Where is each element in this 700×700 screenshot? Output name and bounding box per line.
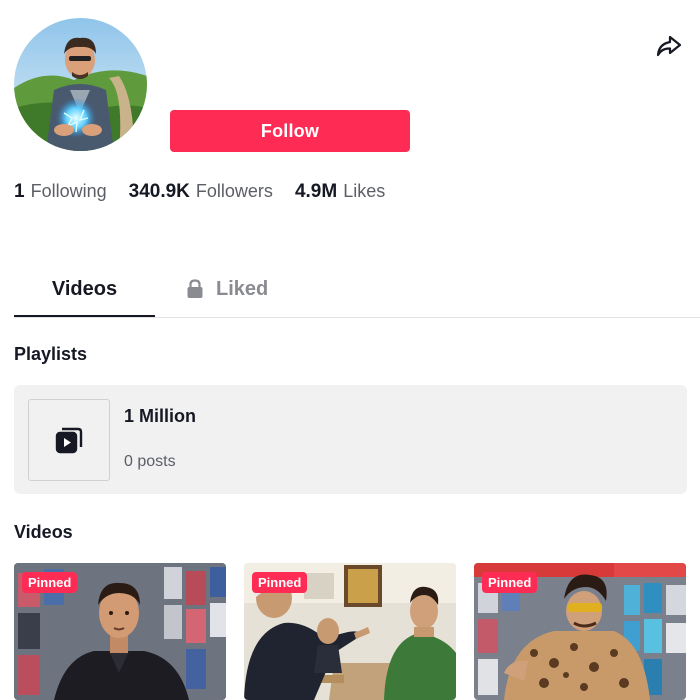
- pinned-badge: Pinned: [482, 572, 538, 593]
- profile-stats: 1 Following 340.9K Followers 4.9M Likes: [14, 178, 407, 206]
- tab-label: Videos: [51, 277, 118, 300]
- followers-count[interactable]: 340.9K Followers: [129, 181, 273, 203]
- stat-label: Following: [30, 181, 107, 201]
- avatar-image: [14, 18, 147, 151]
- tab-label: Liked: [216, 277, 269, 300]
- video-item[interactable]: Pinned: [474, 563, 686, 700]
- video-grid: Pinned Pinned Pinned: [14, 563, 687, 700]
- following-count[interactable]: 1 Following: [14, 181, 107, 203]
- videos-heading: Videos: [14, 522, 73, 542]
- playlists-heading: Playlists: [14, 344, 88, 364]
- profile-tabs: Videos Liked: [14, 262, 700, 318]
- video-item[interactable]: Pinned: [244, 563, 456, 700]
- stat-label: Followers: [195, 181, 273, 201]
- stat-value: 340.9K: [128, 181, 190, 202]
- video-item[interactable]: Pinned: [14, 563, 226, 700]
- share-arrow-icon: [656, 35, 682, 57]
- stat-value: 1: [14, 181, 25, 202]
- stat-label: Likes: [343, 181, 386, 201]
- playlist-title: 1 Million: [124, 406, 196, 426]
- playlist-post-count: 0 posts: [124, 453, 176, 470]
- profile-avatar[interactable]: [14, 18, 147, 151]
- lock-icon: [187, 279, 203, 298]
- stat-value: 4.9M: [294, 181, 338, 202]
- playlist-card[interactable]: 1 Million 0 posts: [14, 385, 687, 494]
- pinned-badge: Pinned: [252, 572, 308, 593]
- follow-button[interactable]: Follow: [170, 110, 410, 152]
- likes-count: 4.9M Likes: [295, 181, 385, 203]
- playlist-thumbnail: [28, 399, 110, 481]
- tab-liked[interactable]: Liked: [186, 262, 296, 316]
- tab-videos[interactable]: Videos: [14, 262, 155, 317]
- playlist-icon: [55, 427, 83, 454]
- pinned-badge: Pinned: [22, 572, 78, 593]
- share-button[interactable]: [654, 32, 684, 60]
